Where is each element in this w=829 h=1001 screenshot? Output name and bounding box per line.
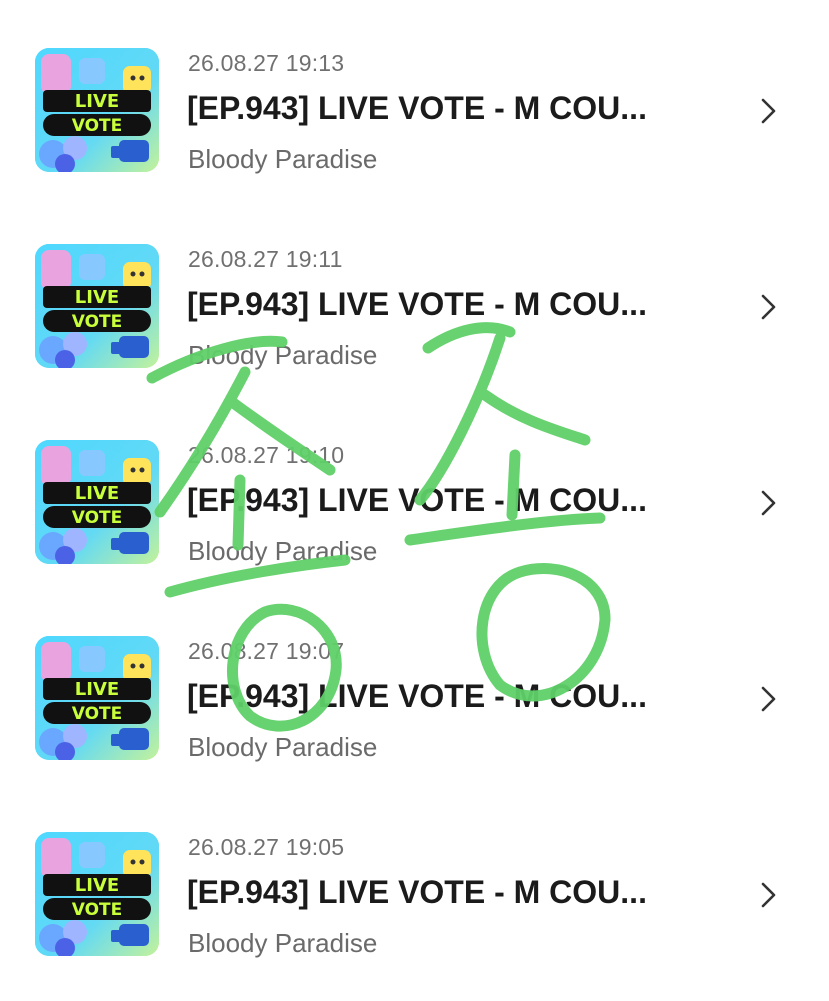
live-vote-artwork: LIVE VOTE bbox=[35, 48, 159, 172]
item-title[interactable]: [EP.943] LIVE VOTE - M COU... bbox=[187, 90, 647, 127]
thumbnail: LIVE VOTE bbox=[35, 48, 159, 172]
item-channel: Bloody Paradise bbox=[188, 340, 378, 370]
chevron-right-icon[interactable] bbox=[758, 685, 780, 713]
thumbnail: LIVE VOTE bbox=[35, 244, 159, 368]
thumb-label-live: LIVE bbox=[75, 875, 119, 896]
item-channel: Bloody Paradise bbox=[188, 928, 378, 958]
list-item[interactable]: LIVE VOTE 26.08.27 19:10 [EP.943] LIVE V… bbox=[0, 392, 829, 566]
item-channel: Bloody Paradise bbox=[188, 144, 378, 174]
item-channel: Bloody Paradise bbox=[188, 732, 378, 762]
chevron-right-icon[interactable] bbox=[758, 293, 780, 321]
live-vote-artwork: LIVE VOTE bbox=[35, 636, 159, 760]
thumb-label-vote: VOTE bbox=[72, 900, 123, 920]
thumb-label-vote: VOTE bbox=[72, 704, 123, 724]
thumbnail: LIVE VOTE bbox=[35, 440, 159, 564]
vote-history-list: LIVE VOTE 26.08.27 19:13 [EP.943] LIVE V… bbox=[0, 0, 829, 1001]
item-channel: Bloody Paradise bbox=[188, 536, 378, 566]
chevron-right-icon[interactable] bbox=[758, 489, 780, 517]
item-timestamp: 26.08.27 19:05 bbox=[188, 834, 345, 860]
item-timestamp: 26.08.27 19:07 bbox=[188, 638, 345, 664]
thumbnail: LIVE VOTE bbox=[35, 636, 159, 760]
thumbnail: LIVE VOTE bbox=[35, 832, 159, 956]
item-title[interactable]: [EP.943] LIVE VOTE - M COU... bbox=[187, 286, 647, 323]
item-title[interactable]: [EP.943] LIVE VOTE - M COU... bbox=[187, 678, 647, 715]
item-title[interactable]: [EP.943] LIVE VOTE - M COU... bbox=[187, 874, 647, 911]
list-item[interactable]: LIVE VOTE 26.08.27 19:05 [EP.943] LIVE V… bbox=[0, 784, 829, 958]
item-timestamp: 26.08.27 19:13 bbox=[188, 50, 345, 76]
item-timestamp: 26.08.27 19:11 bbox=[188, 246, 343, 272]
item-timestamp: 26.08.27 19:10 bbox=[188, 442, 345, 468]
thumb-label-live: LIVE bbox=[75, 287, 119, 308]
live-vote-artwork: LIVE VOTE bbox=[35, 244, 159, 368]
thumb-label-vote: VOTE bbox=[72, 312, 123, 332]
thumb-label-live: LIVE bbox=[75, 679, 119, 700]
live-vote-artwork: LIVE VOTE bbox=[35, 832, 159, 956]
item-title[interactable]: [EP.943] LIVE VOTE - M COU... bbox=[187, 482, 647, 519]
thumb-label-vote: VOTE bbox=[72, 508, 123, 528]
thumb-label-vote: VOTE bbox=[72, 116, 123, 136]
thumb-label-live: LIVE bbox=[75, 483, 119, 504]
list-item[interactable]: LIVE VOTE 26.08.27 19:11 [EP.943] LIVE V… bbox=[0, 196, 829, 370]
list-item[interactable]: LIVE VOTE 26.08.27 19:13 [EP.943] LIVE V… bbox=[0, 0, 829, 174]
chevron-right-icon[interactable] bbox=[758, 881, 780, 909]
thumb-label-live: LIVE bbox=[75, 91, 119, 112]
live-vote-artwork: LIVE VOTE bbox=[35, 440, 159, 564]
list-item[interactable]: LIVE VOTE 26.08.27 19:07 [EP.943] LIVE V… bbox=[0, 588, 829, 762]
chevron-right-icon[interactable] bbox=[758, 97, 780, 125]
